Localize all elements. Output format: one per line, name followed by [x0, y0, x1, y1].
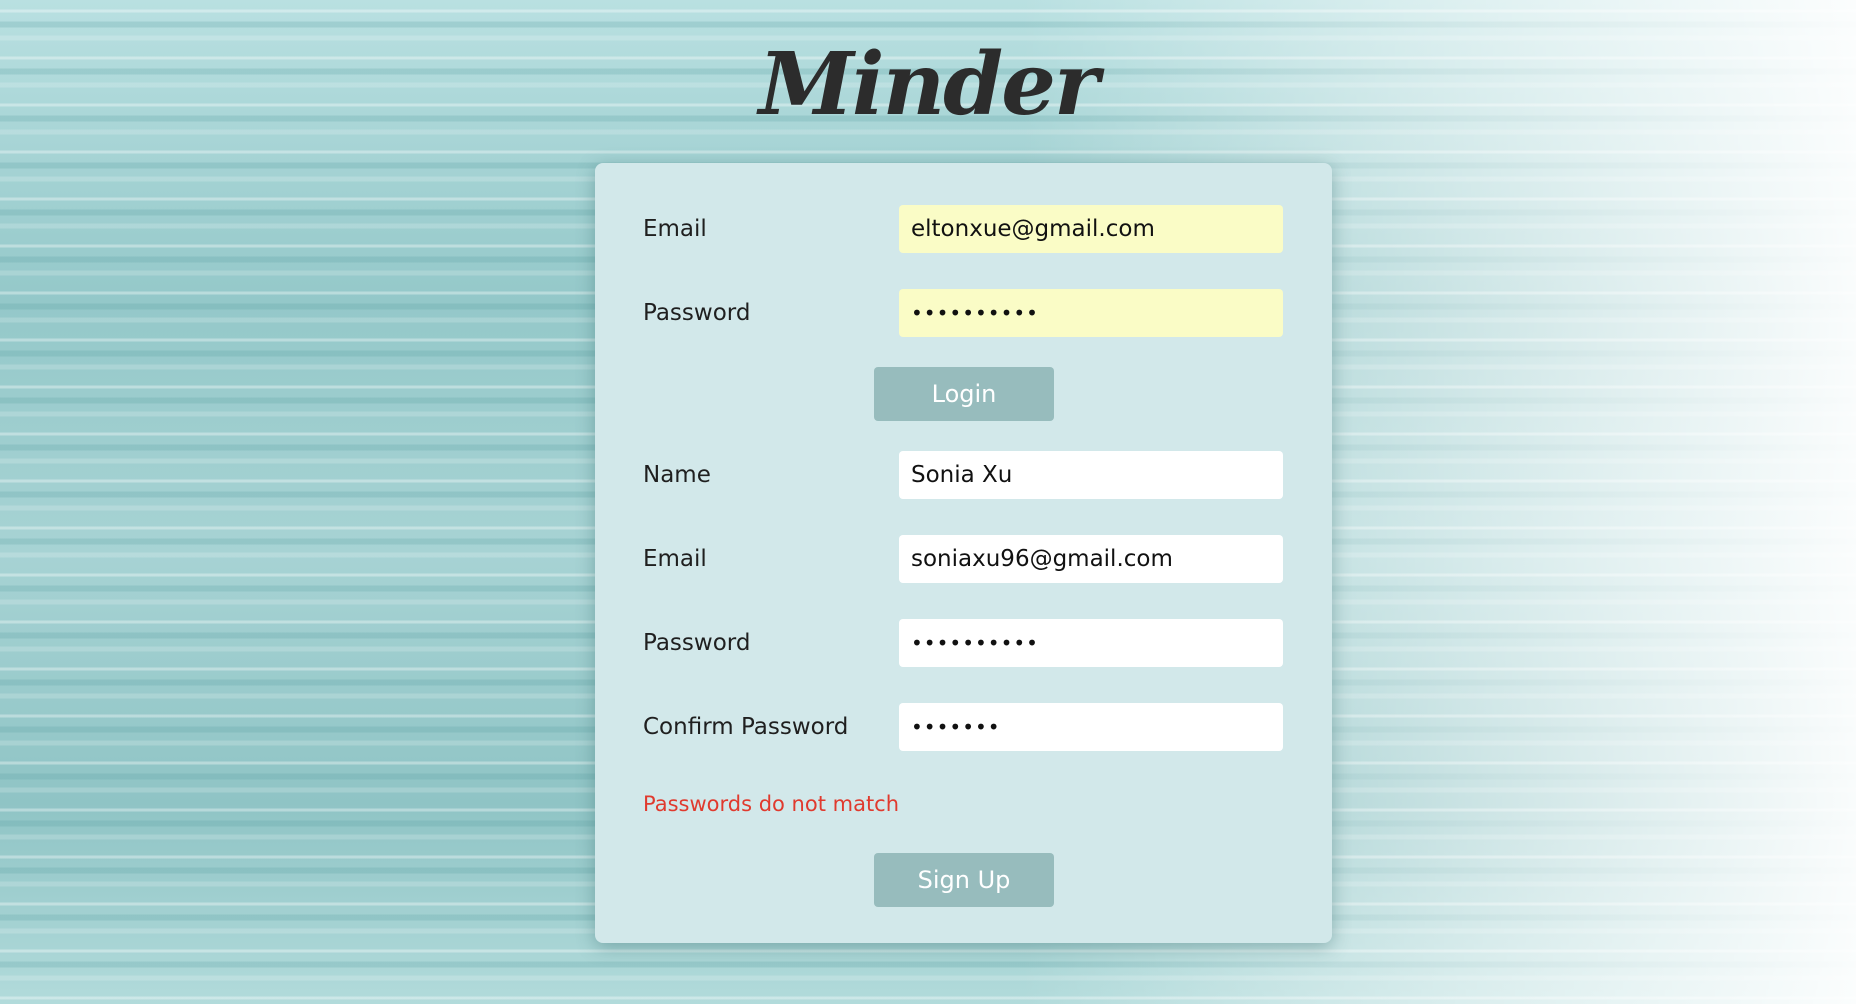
login-email-input[interactable] — [899, 205, 1283, 253]
login-email-row: Email — [643, 205, 1288, 253]
signup-password-input[interactable] — [899, 619, 1283, 667]
signup-name-input[interactable] — [899, 451, 1283, 499]
app-logo: Minder — [758, 34, 1100, 135]
signup-password-row: Password — [643, 619, 1288, 667]
signup-email-input[interactable] — [899, 535, 1283, 583]
signup-confirm-password-input[interactable] — [899, 703, 1283, 751]
login-password-label: Password — [643, 300, 751, 326]
signup-email-row: Email — [643, 535, 1288, 583]
signup-button[interactable]: Sign Up — [874, 853, 1054, 907]
signup-confirm-password-label: Confirm Password — [643, 714, 849, 740]
login-email-label: Email — [643, 216, 707, 242]
signup-confirm-password-row: Confirm Password — [643, 703, 1288, 751]
login-button[interactable]: Login — [874, 367, 1054, 421]
signup-email-label: Email — [643, 546, 707, 572]
signup-name-row: Name — [643, 451, 1288, 499]
login-password-row: Password — [643, 289, 1288, 337]
signup-password-label: Password — [643, 630, 751, 656]
password-mismatch-error: Passwords do not match — [643, 792, 900, 816]
login-password-input[interactable] — [899, 289, 1283, 337]
auth-card: Email Password Login Name Email Password… — [595, 163, 1332, 943]
signup-name-label: Name — [643, 462, 711, 488]
